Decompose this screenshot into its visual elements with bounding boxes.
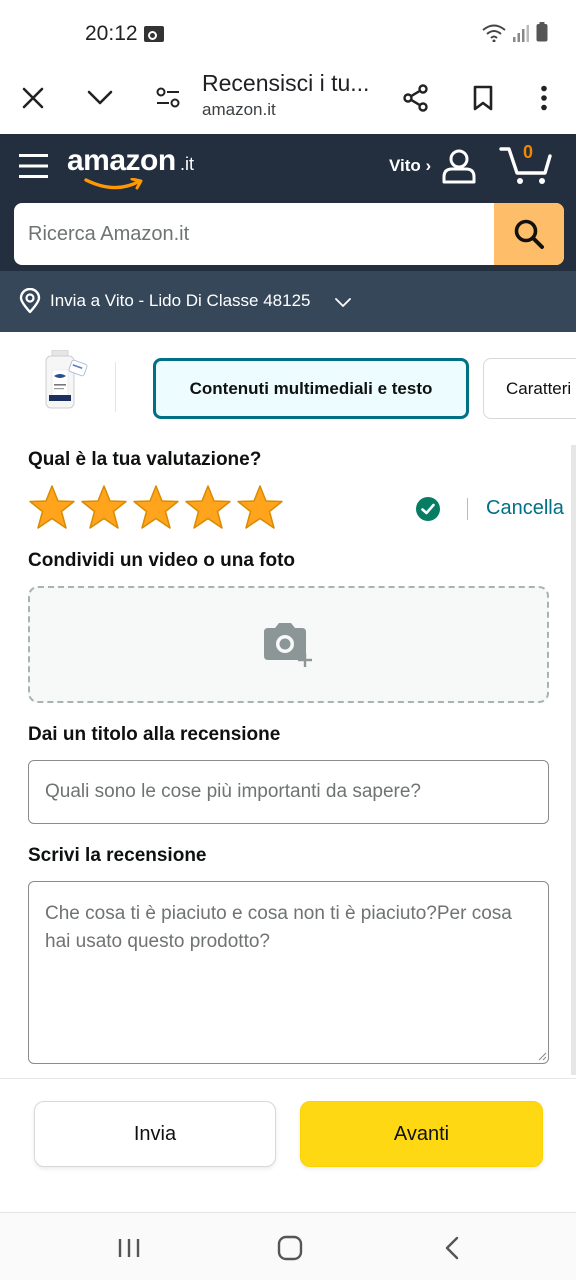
media-label: Condividi un video o una foto xyxy=(28,550,296,571)
chevron-down-icon[interactable] xyxy=(80,78,120,118)
more-icon[interactable] xyxy=(524,78,564,118)
page-domain: amazon.it xyxy=(202,100,276,119)
media-upload-area[interactable] xyxy=(28,586,549,703)
star-rating[interactable] xyxy=(28,484,284,530)
close-icon[interactable] xyxy=(13,78,53,118)
divider xyxy=(115,362,116,412)
check-icon xyxy=(416,497,440,521)
amazon-header: amazon .it Vito › 0 Ricerca Amazon.it In… xyxy=(0,134,576,332)
review-body-input[interactable] xyxy=(28,881,549,1064)
chevron-down-icon xyxy=(335,298,351,307)
star-icon[interactable] xyxy=(80,484,128,530)
amazon-header-top: amazon .it Vito › 0 xyxy=(0,134,576,200)
title-label: Dai un titolo alla recensione xyxy=(28,724,281,745)
status-icons xyxy=(482,22,548,42)
star-icon[interactable] xyxy=(28,484,76,530)
next-button[interactable]: Avanti xyxy=(300,1101,543,1167)
key-icon xyxy=(144,26,164,42)
footer-divider xyxy=(0,1078,576,1079)
deliver-to-text: Invia a Vito - Lido Di Classe 48125 xyxy=(50,291,311,310)
hamburger-menu-icon[interactable] xyxy=(19,153,49,179)
amazon-smile-icon xyxy=(84,178,143,190)
add-photo-icon xyxy=(263,622,312,667)
signal-icon xyxy=(513,25,529,42)
page-title: Recensisci i tu... xyxy=(202,70,370,96)
recent-apps-icon[interactable] xyxy=(114,1233,144,1263)
wifi-icon xyxy=(482,24,506,42)
tab-media-text[interactable]: Contenuti multimediali e testo xyxy=(153,358,469,419)
resize-handle-icon[interactable] xyxy=(538,1052,547,1061)
rating-question: Qual è la tua valutazione? xyxy=(28,449,262,470)
star-icon[interactable] xyxy=(236,484,284,530)
location-pin-icon xyxy=(19,288,41,314)
star-icon[interactable] xyxy=(184,484,232,530)
star-icon[interactable] xyxy=(132,484,180,530)
status-bar: 20:12 xyxy=(0,0,576,64)
scrollbar[interactable] xyxy=(571,445,576,1075)
home-icon[interactable] xyxy=(275,1233,305,1263)
search-button[interactable] xyxy=(494,203,564,265)
battery-icon xyxy=(536,22,548,42)
page-settings-icon[interactable] xyxy=(148,78,188,118)
search-bar xyxy=(14,203,564,265)
account-icon[interactable] xyxy=(441,148,477,184)
product-thumbnail xyxy=(45,350,88,409)
review-title-input[interactable] xyxy=(28,760,549,824)
status-time: 20:12 xyxy=(85,22,138,45)
cancel-rating-link[interactable]: Cancella xyxy=(486,497,564,520)
cart-count: 0 xyxy=(523,142,534,162)
search-input[interactable] xyxy=(14,203,492,265)
submit-button[interactable]: Invia xyxy=(34,1101,276,1167)
search-icon xyxy=(514,219,544,249)
account-link[interactable]: Vito › xyxy=(389,156,431,176)
bookmark-icon[interactable] xyxy=(463,78,503,118)
deliver-to-bar[interactable]: Invia a Vito - Lido Di Classe 48125 xyxy=(0,271,576,332)
amazon-logo-suffix: .it xyxy=(180,154,195,174)
body-label: Scrivi la recensione xyxy=(28,845,207,866)
system-nav-bar xyxy=(0,1212,576,1280)
share-icon[interactable] xyxy=(396,78,436,118)
tab-characteristics[interactable]: Caratteri xyxy=(483,358,576,419)
amazon-logo[interactable]: amazon xyxy=(67,144,176,178)
screen: 20:12 Recensisci i tu... amazon.it amazo… xyxy=(0,0,576,1280)
separator xyxy=(467,498,468,520)
back-icon[interactable] xyxy=(437,1233,467,1263)
